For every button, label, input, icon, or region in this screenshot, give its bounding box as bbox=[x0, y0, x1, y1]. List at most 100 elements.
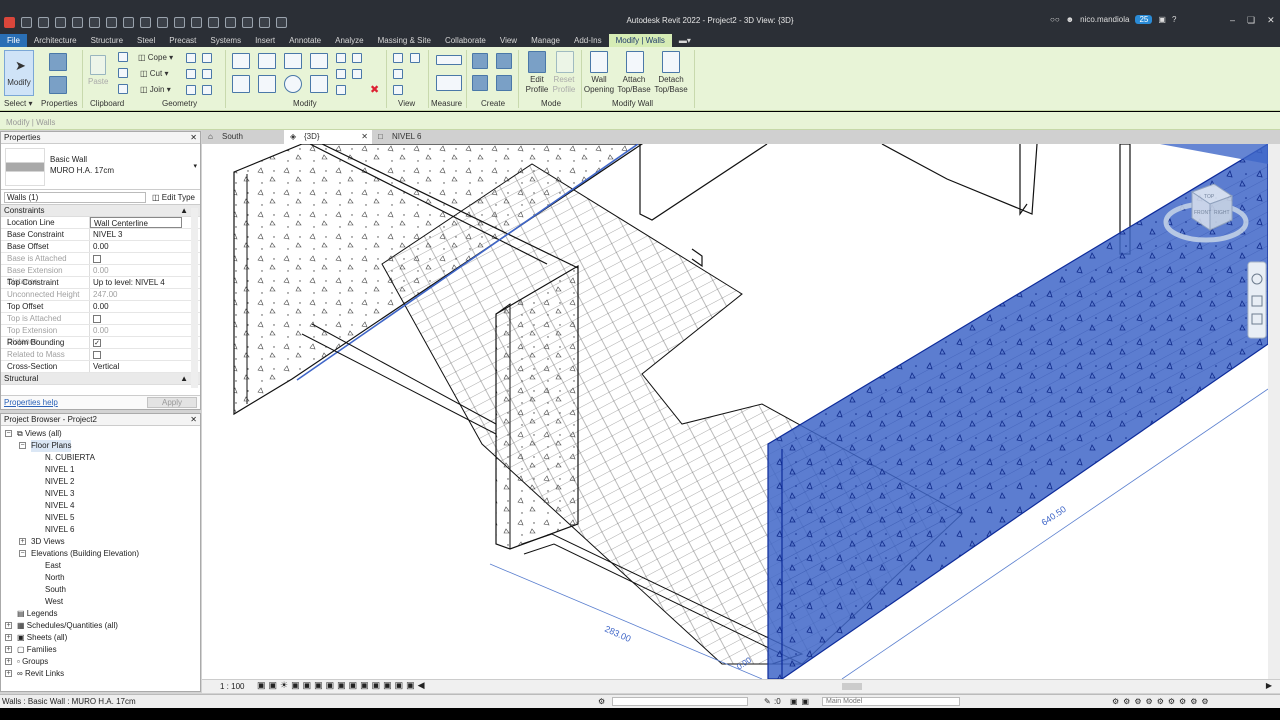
detach-top-base-icon[interactable] bbox=[662, 51, 680, 73]
property-row[interactable]: Cross-Section Vertical bbox=[1, 361, 200, 373]
property-value[interactable]: ✓ bbox=[90, 337, 182, 348]
section-structural[interactable]: Structural ▲ bbox=[1, 373, 200, 385]
collapse-icon[interactable]: ▲ bbox=[180, 373, 188, 385]
horizontal-scrollbar-thumb[interactable] bbox=[842, 683, 862, 690]
viewcube-front-label[interactable]: FRONT bbox=[1194, 210, 1211, 216]
align-icon[interactable] bbox=[186, 85, 196, 95]
revit-logo-icon[interactable] bbox=[4, 16, 15, 28]
rotate-icon[interactable] bbox=[284, 75, 302, 93]
section-icon[interactable] bbox=[208, 16, 219, 28]
tree-category-item[interactable]: ▤ Legends bbox=[17, 608, 57, 620]
restore-button[interactable]: ❏ bbox=[1247, 15, 1255, 26]
tab-view[interactable]: View bbox=[493, 34, 524, 47]
tab-massing-site[interactable]: Massing & Site bbox=[371, 34, 438, 47]
redo-icon[interactable] bbox=[89, 16, 100, 28]
save-icon[interactable] bbox=[38, 16, 49, 28]
tab-manage[interactable]: Manage bbox=[524, 34, 567, 47]
notification-badge[interactable]: 25 bbox=[1135, 15, 1153, 24]
property-row[interactable]: Room Bounding ✓ bbox=[1, 337, 200, 349]
tree-category-item[interactable]: ▣ Sheets (all) bbox=[17, 632, 67, 644]
chevron-down-icon[interactable]: ▾ bbox=[193, 162, 197, 170]
tree-floor-plans[interactable]: Floor Plans bbox=[31, 440, 72, 452]
tree-elevations[interactable]: Elevations (Building Elevation) bbox=[31, 548, 139, 560]
tree-3d-views[interactable]: 3D Views bbox=[31, 536, 65, 548]
copy-icon[interactable] bbox=[118, 68, 128, 78]
split-icon[interactable] bbox=[336, 53, 346, 63]
user-icon[interactable]: ☻ bbox=[1066, 15, 1074, 24]
tree-floor-plan-item[interactable]: NIVEL 3 bbox=[45, 488, 75, 500]
align-tool-icon[interactable] bbox=[232, 53, 250, 69]
expand-toggle-icon[interactable]: + bbox=[5, 622, 12, 629]
view-control-icons[interactable]: ▣▣☀▣▣▣▣▣▣▣▣▣▣▣◀ bbox=[257, 680, 428, 691]
property-checkbox[interactable] bbox=[93, 351, 101, 359]
close-icon[interactable]: ✕ bbox=[190, 415, 197, 424]
tree-category-item[interactable]: ▦ Schedules/Quantities (all) bbox=[17, 620, 118, 632]
cope-button[interactable]: ◫ Cope ▾ bbox=[138, 53, 173, 62]
scroll-right-icon[interactable]: ▶ bbox=[1266, 681, 1272, 690]
status-toggles[interactable]: ▣▣ bbox=[790, 695, 813, 708]
demolish-icon[interactable] bbox=[202, 69, 212, 79]
delete-icon[interactable]: ✖ bbox=[370, 83, 379, 96]
tree-category-item[interactable]: ▫ Groups bbox=[17, 656, 48, 668]
close-icon[interactable]: ✕ bbox=[190, 133, 197, 142]
apply-button[interactable]: Apply bbox=[147, 397, 197, 408]
properties-icon[interactable] bbox=[49, 76, 67, 94]
view-tool-icon[interactable] bbox=[410, 53, 420, 63]
help-icon[interactable]: ? bbox=[1172, 15, 1176, 24]
property-row[interactable]: Top is Attached bbox=[1, 313, 200, 325]
join-button[interactable]: ◫ Join ▾ bbox=[140, 85, 171, 94]
3d-view-canvas[interactable]: 283.00 640.50 0.00 TOP FRONT RIGHT bbox=[202, 144, 1268, 679]
linework-icon[interactable] bbox=[393, 85, 403, 95]
wall-joins-icon[interactable] bbox=[186, 69, 196, 79]
tree-elevation-item[interactable]: South bbox=[45, 584, 66, 596]
measure-between-icon[interactable] bbox=[436, 55, 462, 65]
tab-insert[interactable]: Insert bbox=[248, 34, 282, 47]
close-tab-icon[interactable]: ✕ bbox=[361, 130, 368, 144]
copy-element-icon[interactable] bbox=[258, 75, 276, 93]
aligned-dimension-icon[interactable] bbox=[436, 75, 462, 91]
cut-geometry-button[interactable]: ◫ Cut ▾ bbox=[140, 69, 168, 78]
override-graphics-icon[interactable] bbox=[393, 69, 403, 79]
expand-toggle-icon[interactable]: − bbox=[19, 442, 26, 449]
viewcube-right-label[interactable]: RIGHT bbox=[1214, 210, 1230, 216]
offset-icon[interactable] bbox=[258, 53, 276, 69]
workset-dropdown[interactable] bbox=[612, 697, 748, 706]
type-selector[interactable]: Basic Wall MURO H.A. 17cm ▾ bbox=[1, 144, 200, 190]
tree-category-item[interactable]: ∞ Revit Links bbox=[17, 668, 64, 680]
hide-element-icon[interactable] bbox=[393, 53, 403, 63]
detach-top-base-button[interactable]: Detach Top/Base bbox=[653, 75, 689, 95]
pin-icon[interactable] bbox=[352, 69, 362, 79]
property-value[interactable]: NIVEL 3 bbox=[90, 229, 182, 240]
reset-profile-button[interactable]: Reset Profile bbox=[550, 75, 578, 95]
canvas-vertical-scrollbar[interactable] bbox=[1268, 144, 1280, 679]
property-value[interactable]: 0.00 bbox=[90, 325, 182, 336]
cart-icon[interactable]: ▣ bbox=[1158, 15, 1166, 24]
tab-nivel-6[interactable]: □ NIVEL 6 bbox=[372, 130, 454, 144]
view-scale[interactable]: 1 : 100 bbox=[220, 682, 244, 691]
create-parts-icon[interactable] bbox=[496, 53, 512, 69]
tab-modify-walls[interactable]: Modify | Walls bbox=[608, 34, 672, 47]
print-icon[interactable] bbox=[106, 16, 117, 28]
workset-icon[interactable]: ⚙ bbox=[598, 695, 605, 708]
paint-icon[interactable] bbox=[202, 53, 212, 63]
array-icon[interactable] bbox=[336, 69, 346, 79]
expand-toggle-icon[interactable]: + bbox=[5, 646, 12, 653]
tab-annotate[interactable]: Annotate bbox=[282, 34, 328, 47]
tab-structure[interactable]: Structure bbox=[84, 34, 130, 47]
expand-toggle-icon[interactable]: − bbox=[19, 550, 26, 557]
match-type-icon[interactable] bbox=[118, 84, 128, 94]
properties-scrollbar[interactable] bbox=[191, 208, 198, 388]
property-value[interactable] bbox=[90, 253, 182, 264]
properties-type-icon[interactable] bbox=[49, 53, 67, 71]
property-value[interactable]: Wall Centerline bbox=[90, 217, 182, 228]
tab-architecture[interactable]: Architecture bbox=[27, 34, 84, 47]
open-icon[interactable] bbox=[21, 16, 32, 28]
tree-elevation-item[interactable]: North bbox=[45, 572, 65, 584]
selection-filter-dropdown[interactable]: Walls (1) bbox=[4, 191, 146, 203]
create-similar-icon[interactable] bbox=[496, 75, 512, 91]
expand-toggle-icon[interactable]: + bbox=[5, 634, 12, 641]
property-value[interactable]: 0.00 bbox=[90, 265, 182, 276]
property-value[interactable] bbox=[90, 313, 182, 324]
property-value[interactable]: 0.00 bbox=[90, 241, 182, 252]
split-face-icon[interactable] bbox=[186, 53, 196, 63]
